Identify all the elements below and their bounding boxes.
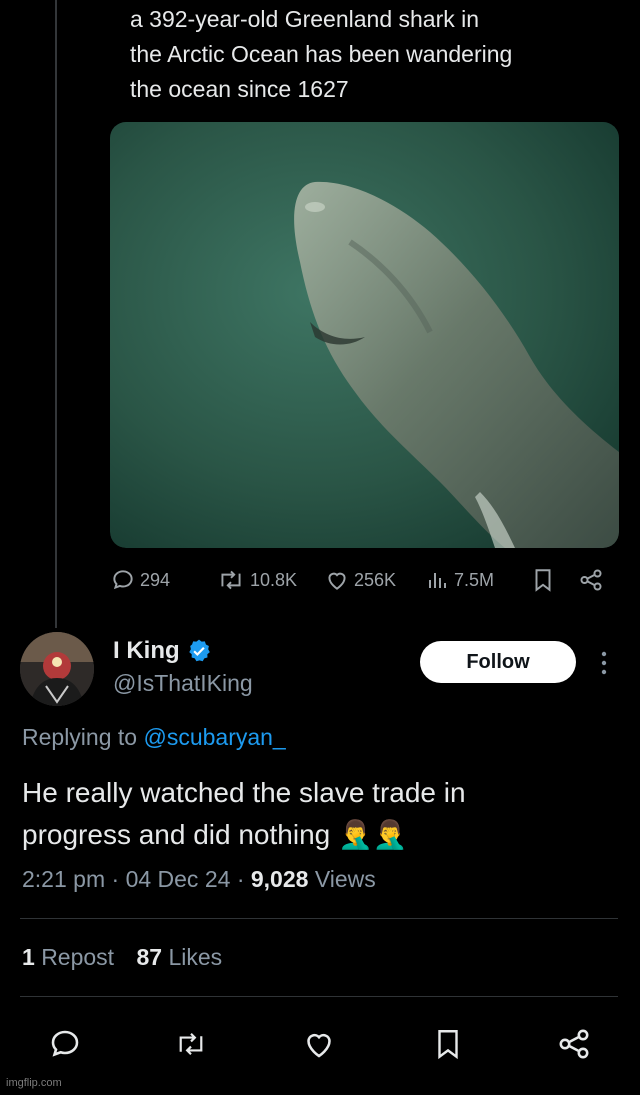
reply-button[interactable] [45, 1020, 85, 1068]
tweet-time[interactable]: 2:21 pm [22, 866, 105, 892]
replying-prefix: Replying to [22, 724, 138, 750]
quoted-text-line: the ocean since 1627 [130, 76, 349, 102]
views-stat[interactable]: 7.5M [426, 566, 494, 594]
share-stat[interactable] [578, 566, 608, 594]
like-icon [307, 1033, 331, 1058]
reposts-count: 1 [22, 944, 35, 970]
quoted-tweet-stats: 294 10.8K 256K 7.5M [110, 566, 620, 594]
share-icon [559, 1029, 589, 1059]
like-button[interactable] [299, 1020, 339, 1068]
engagement-counts: 1 Repost 87 Likes [22, 944, 222, 971]
repost-icon [221, 570, 241, 590]
share-button[interactable] [554, 1020, 594, 1068]
likes-count: 87 [136, 944, 163, 970]
reply-icon [51, 1030, 79, 1057]
bookmark-button[interactable] [428, 1020, 468, 1068]
divider [20, 996, 618, 997]
reply-count: 294 [140, 569, 171, 590]
avatar-image [20, 632, 94, 706]
like-count: 256K [354, 569, 397, 590]
author-handle[interactable]: @IsThatIKing [113, 670, 253, 697]
display-name[interactable]: I King [113, 637, 180, 665]
likes-label: Likes [168, 944, 223, 970]
replying-mention[interactable]: @scubaryan_ [143, 724, 285, 750]
replying-to: Replying to @scubaryan_ [22, 724, 286, 751]
tweet-meta: 2:21 pm · 04 Dec 24 · 9,028 Views [22, 866, 376, 893]
shark-photo[interactable] [110, 122, 619, 548]
tweet-text-line: progress and did nothing 🤦‍♂️🤦‍♂️ [22, 819, 408, 850]
reply-stat[interactable]: 294 [110, 566, 170, 594]
author-name-row[interactable]: I King [113, 637, 212, 665]
reposts-link[interactable]: 1 Repost [22, 944, 120, 970]
bookmark-icon [535, 569, 551, 592]
meta-separator: · [236, 866, 251, 892]
repost-icon [179, 1032, 203, 1056]
quoted-text-line: a 392-year-old Greenland shark in [130, 6, 480, 32]
views-count: 7.5M [454, 569, 495, 590]
repost-button[interactable] [171, 1020, 211, 1068]
divider [20, 918, 618, 919]
like-icon [328, 572, 346, 590]
views-total: 9,028 [250, 866, 309, 892]
reply-icon [113, 570, 133, 590]
verified-badge-icon [188, 639, 210, 662]
avatar[interactable] [20, 632, 94, 706]
views-icon [429, 573, 446, 588]
quoted-text-line: the Arctic Ocean has been wandering [130, 41, 513, 67]
watermark: imgflip.com [6, 1077, 62, 1089]
bookmark-icon [438, 1030, 458, 1060]
quoted-tweet-text: a 392-year-old Greenland shark in the Ar… [130, 2, 610, 107]
tweet-text-line: He really watched the slave trade in [22, 777, 466, 808]
tweet-date[interactable]: 04 Dec 24 [126, 866, 231, 892]
shark-image [110, 122, 619, 548]
bookmark-stat[interactable] [530, 566, 560, 594]
thread-line [55, 0, 57, 628]
more-icon[interactable] [598, 650, 610, 676]
follow-button[interactable]: Follow [420, 641, 576, 683]
like-stat[interactable]: 256K [324, 566, 396, 594]
action-bar [0, 1020, 640, 1068]
reposts-label: Repost [41, 944, 115, 970]
share-icon [580, 569, 602, 591]
views-label: Views [314, 866, 376, 892]
quoted-tweet[interactable]: a 392-year-old Greenland shark in the Ar… [110, 0, 619, 548]
likes-link[interactable]: 87 Likes [136, 944, 222, 970]
repost-stat[interactable]: 10.8K [216, 566, 297, 594]
tweet-text: He really watched the slave trade in pro… [22, 772, 622, 856]
meta-separator: · [111, 866, 126, 892]
repost-count: 10.8K [250, 569, 298, 590]
